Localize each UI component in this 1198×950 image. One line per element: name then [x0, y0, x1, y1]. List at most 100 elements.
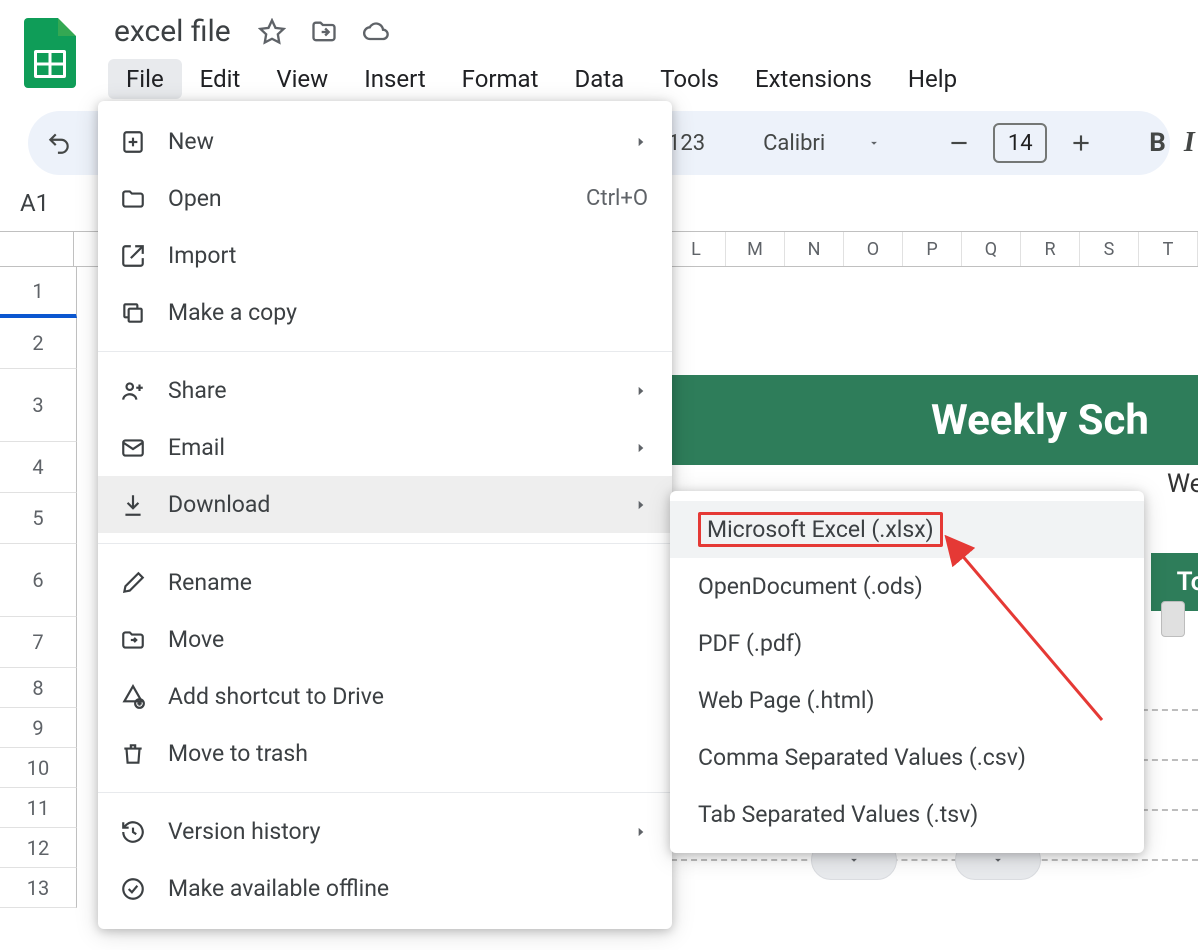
menu-download[interactable]: Download	[98, 476, 672, 533]
shortcut-label: Ctrl+O	[586, 186, 648, 211]
submenu-pdf[interactable]: PDF (.pdf)	[670, 615, 1144, 672]
italic-button[interactable]: I	[1184, 123, 1195, 163]
menu-add-shortcut[interactable]: Add shortcut to Drive	[98, 668, 672, 725]
banner-title: Weekly Sch	[671, 375, 1198, 465]
menu-bar: File Edit View Insert Format Data Tools …	[108, 59, 975, 99]
copy-icon	[118, 298, 148, 328]
submenu-ods[interactable]: OpenDocument (.ods)	[670, 558, 1144, 615]
menu-new[interactable]: New	[98, 113, 672, 170]
row-header[interactable]: 10	[0, 748, 77, 788]
row-header[interactable]: 12	[0, 828, 77, 868]
select-all-corner[interactable]	[0, 232, 74, 266]
increase-font-icon[interactable]	[1061, 123, 1101, 163]
name-box[interactable]: A1	[20, 189, 100, 217]
row-header[interactable]: 1	[0, 267, 77, 318]
decrease-font-icon[interactable]	[939, 123, 979, 163]
menu-make-copy[interactable]: Make a copy	[98, 284, 672, 341]
col-header[interactable]: L	[667, 232, 726, 266]
bold-button[interactable]: B	[1149, 123, 1166, 163]
submenu-label: PDF (.pdf)	[698, 630, 802, 657]
folder-icon	[118, 184, 148, 214]
menu-extensions[interactable]: Extensions	[737, 59, 890, 99]
menu-move[interactable]: Move	[98, 611, 672, 668]
row-header[interactable]: 6	[0, 544, 77, 617]
font-selector[interactable]: Calibri	[753, 131, 891, 156]
sheets-logo	[24, 18, 76, 88]
menu-label: Version history	[168, 818, 321, 845]
row-header[interactable]: 9	[0, 708, 77, 748]
menu-label: Import	[168, 242, 236, 269]
row-header[interactable]: 2	[0, 318, 77, 369]
row-headers: 1 2 3 4 5 6 7 8 9 10 11 12 13	[0, 267, 77, 908]
menu-label: Make available offline	[168, 875, 389, 902]
row-header[interactable]: 7	[0, 617, 77, 668]
submenu-label: Web Page (.html)	[698, 687, 875, 714]
menu-label: Make a copy	[168, 299, 297, 326]
menu-view[interactable]: View	[258, 59, 346, 99]
menu-open[interactable]: Open Ctrl+O	[98, 170, 672, 227]
submenu-xlsx[interactable]: Microsoft Excel (.xlsx)	[670, 501, 1144, 558]
move-to-folder-icon[interactable]	[307, 15, 341, 49]
document-title[interactable]: excel file	[108, 12, 237, 51]
menu-offline[interactable]: Make available offline	[98, 860, 672, 917]
col-header[interactable]: S	[1080, 232, 1139, 266]
file-menu-dropdown: New Open Ctrl+O Import Make a copy Share…	[98, 101, 672, 929]
col-header[interactable]: T	[1139, 232, 1198, 266]
row-header[interactable]: 13	[0, 868, 77, 908]
email-icon	[118, 433, 148, 463]
menu-tools[interactable]: Tools	[642, 59, 737, 99]
undo-icon[interactable]	[46, 123, 72, 163]
submenu-arrow-icon	[634, 377, 648, 404]
menu-version-history[interactable]: Version history	[98, 803, 672, 860]
scroll-handle[interactable]	[1161, 601, 1185, 637]
cloud-status-icon[interactable]	[359, 15, 393, 49]
row-header[interactable]: 4	[0, 442, 77, 493]
submenu-arrow-icon	[634, 491, 648, 518]
menu-share[interactable]: Share	[98, 362, 672, 419]
font-name: Calibri	[763, 131, 825, 156]
submenu-label: Comma Separated Values (.csv)	[698, 744, 1026, 771]
menu-label: Email	[168, 434, 225, 461]
row-header[interactable]: 5	[0, 493, 77, 544]
trash-icon	[118, 739, 148, 769]
number-format-button[interactable]: 123	[668, 131, 705, 156]
menu-label: Move	[168, 626, 224, 653]
submenu-csv[interactable]: Comma Separated Values (.csv)	[670, 729, 1144, 786]
chevron-down-icon	[847, 853, 861, 867]
row-header[interactable]: 8	[0, 668, 77, 708]
divider	[98, 543, 672, 544]
font-size-stepper[interactable]: 14	[939, 123, 1101, 163]
menu-format[interactable]: Format	[444, 59, 557, 99]
submenu-tsv[interactable]: Tab Separated Values (.tsv)	[670, 786, 1144, 843]
import-icon	[118, 241, 148, 271]
col-header[interactable]: P	[903, 232, 962, 266]
submenu-html[interactable]: Web Page (.html)	[670, 672, 1144, 729]
download-submenu: Microsoft Excel (.xlsx) OpenDocument (.o…	[670, 491, 1144, 853]
chevron-down-icon	[867, 136, 881, 150]
menu-import[interactable]: Import	[98, 227, 672, 284]
col-header[interactable]: M	[726, 232, 785, 266]
share-icon	[118, 376, 148, 406]
menu-help[interactable]: Help	[890, 59, 975, 99]
menu-trash[interactable]: Move to trash	[98, 725, 672, 782]
menu-rename[interactable]: Rename	[98, 554, 672, 611]
menu-email[interactable]: Email	[98, 419, 672, 476]
row-header[interactable]: 3	[0, 369, 77, 442]
col-header[interactable]: R	[1021, 232, 1080, 266]
col-header[interactable]: N	[785, 232, 844, 266]
divider	[98, 351, 672, 352]
menu-label: New	[168, 128, 214, 155]
star-icon[interactable]	[255, 15, 289, 49]
menu-label: Add shortcut to Drive	[168, 683, 384, 710]
col-header[interactable]: O	[844, 232, 903, 266]
menu-file[interactable]: File	[108, 59, 182, 99]
submenu-label: Microsoft Excel (.xlsx)	[698, 512, 943, 547]
row-header[interactable]: 11	[0, 788, 77, 828]
menu-edit[interactable]: Edit	[182, 59, 259, 99]
chevron-down-icon	[991, 853, 1005, 867]
col-header[interactable]: Q	[962, 232, 1021, 266]
font-size-input[interactable]: 14	[993, 123, 1047, 163]
menu-data[interactable]: Data	[556, 59, 642, 99]
menu-insert[interactable]: Insert	[346, 59, 443, 99]
drive-shortcut-icon	[118, 682, 148, 712]
